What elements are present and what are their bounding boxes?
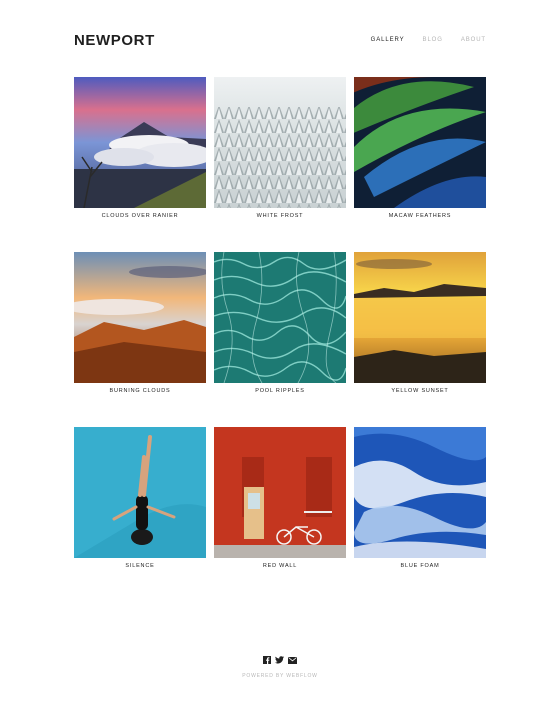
thumbnail-image bbox=[214, 427, 346, 558]
thumbnail-image bbox=[214, 252, 346, 383]
social-links bbox=[0, 651, 560, 669]
thumbnail-image bbox=[74, 77, 206, 208]
twitter-icon[interactable] bbox=[275, 651, 284, 669]
gallery-grid: CLOUDS OVER RANIER WHITE FROST MACAW FEA… bbox=[74, 77, 486, 602]
gallery-item-red-wall[interactable]: RED WALL bbox=[214, 427, 346, 602]
thumbnail-image bbox=[354, 427, 486, 558]
nav-gallery[interactable]: GALLERY bbox=[371, 37, 405, 43]
gallery-caption: RED WALL bbox=[262, 563, 298, 569]
gallery-item-burning-clouds[interactable]: BURNING CLOUDS bbox=[74, 252, 206, 427]
facebook-icon[interactable] bbox=[263, 651, 271, 669]
powered-by-text: POWERED BY WEBFLOW bbox=[242, 673, 318, 679]
thumbnail-image bbox=[214, 77, 346, 208]
gallery-caption: BURNING CLOUDS bbox=[109, 388, 171, 394]
main-nav: GALLERY BLOG ABOUT bbox=[371, 37, 486, 43]
gallery-caption: MACAW FEATHERS bbox=[388, 213, 452, 219]
site-header: NEWPORT GALLERY BLOG ABOUT bbox=[74, 30, 486, 50]
site-footer: POWERED BY WEBFLOW bbox=[0, 651, 560, 679]
gallery-item-silence[interactable]: SILENCE bbox=[74, 427, 206, 602]
gallery-caption: YELLOW SUNSET bbox=[391, 388, 449, 394]
gallery-item-white-frost[interactable]: WHITE FROST bbox=[214, 77, 346, 252]
email-icon[interactable] bbox=[288, 651, 297, 669]
gallery-item-clouds-over-ranier[interactable]: CLOUDS OVER RANIER bbox=[74, 77, 206, 252]
gallery-caption: WHITE FROST bbox=[256, 213, 304, 219]
gallery-caption: BLUE FOAM bbox=[400, 563, 440, 569]
gallery-caption: POOL RIPPLES bbox=[255, 388, 305, 394]
thumbnail-image bbox=[354, 77, 486, 208]
gallery-item-macaw-feathers[interactable]: MACAW FEATHERS bbox=[354, 77, 486, 252]
gallery-item-yellow-sunset[interactable]: YELLOW SUNSET bbox=[354, 252, 486, 427]
site-logo[interactable]: NEWPORT bbox=[74, 32, 155, 49]
thumbnail-image bbox=[74, 427, 206, 558]
gallery-item-blue-foam[interactable]: BLUE FOAM bbox=[354, 427, 486, 602]
gallery-item-pool-ripples[interactable]: POOL RIPPLES bbox=[214, 252, 346, 427]
gallery-caption: CLOUDS OVER RANIER bbox=[101, 213, 179, 219]
nav-blog[interactable]: BLOG bbox=[423, 37, 443, 43]
nav-about[interactable]: ABOUT bbox=[461, 37, 486, 43]
thumbnail-image bbox=[74, 252, 206, 383]
gallery-caption: SILENCE bbox=[125, 563, 155, 569]
thumbnail-image bbox=[354, 252, 486, 383]
